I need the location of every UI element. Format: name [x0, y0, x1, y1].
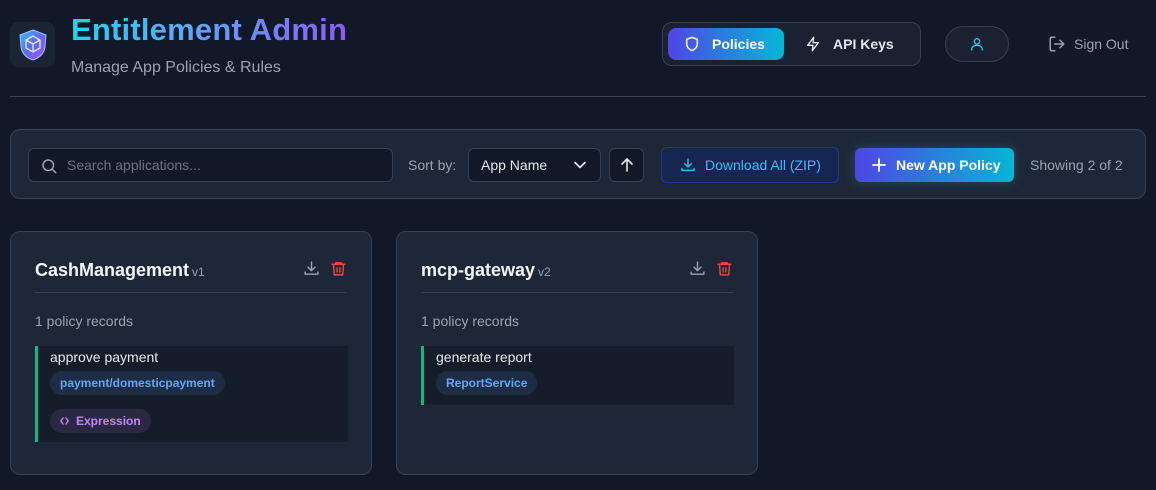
download-icon — [304, 261, 319, 275]
expression-badge-label: Expression — [76, 414, 141, 428]
sort-label: Sort by: — [408, 157, 457, 173]
lightning-icon — [807, 36, 819, 52]
download-all-button[interactable]: Download All (ZIP) — [661, 147, 839, 183]
code-icon — [60, 417, 69, 425]
app-card-title: mcp-gateway v2 — [421, 260, 551, 281]
nav-policies-label: Policies — [712, 36, 765, 52]
card-divider — [35, 292, 347, 293]
download-app-button[interactable] — [303, 260, 320, 277]
sign-out-icon — [1049, 36, 1065, 52]
download-icon — [690, 261, 705, 275]
new-app-policy-label: New App Policy — [896, 157, 1001, 173]
policy-record-count: 1 policy records — [35, 313, 134, 329]
expression-badge: Expression — [50, 409, 151, 433]
download-all-label: Download All (ZIP) — [705, 157, 821, 173]
sort-direction-button[interactable] — [609, 148, 644, 182]
app-card-actions — [303, 260, 347, 277]
nav-api-keys-label: API Keys — [833, 36, 894, 52]
header-divider — [10, 96, 1146, 97]
app-card-actions — [689, 260, 733, 277]
app-version: v1 — [192, 265, 205, 279]
search-box[interactable] — [28, 148, 393, 182]
chevron-down-icon — [574, 161, 586, 169]
app-title: Entitlement Admin — [71, 12, 348, 47]
policy-record-name: approve payment — [50, 349, 159, 365]
app-name: mcp-gateway — [421, 260, 536, 280]
policy-record[interactable]: approve payment payment/domesticpayment … — [35, 346, 348, 442]
app-logo — [10, 22, 55, 67]
nav-policies-button[interactable]: Policies — [668, 28, 784, 60]
search-icon — [42, 159, 57, 174]
shield-logo-icon — [18, 28, 47, 61]
policy-record-name: generate report — [436, 349, 532, 365]
trash-icon — [331, 262, 346, 276]
app-card: mcp-gateway v2 1 policy records generate … — [396, 231, 758, 475]
search-input[interactable] — [67, 149, 387, 181]
resource-badge: payment/domesticpayment — [50, 371, 225, 395]
download-icon — [681, 158, 695, 171]
user-menu-button[interactable] — [945, 26, 1009, 62]
main-nav: Policies API Keys — [662, 22, 921, 66]
trash-icon — [717, 262, 732, 276]
download-app-button[interactable] — [689, 260, 706, 277]
app-version: v2 — [538, 265, 551, 279]
nav-api-keys-button[interactable]: API Keys — [793, 28, 913, 60]
plus-icon — [872, 158, 886, 172]
resource-badge: ReportService — [436, 371, 538, 395]
sign-out-button[interactable]: Sign Out — [1048, 34, 1128, 54]
sort-select[interactable]: App Name — [468, 148, 601, 182]
app-header: Entitlement Admin Manage App Policies & … — [0, 0, 1156, 97]
app-name: CashManagement — [35, 260, 190, 280]
sort-select-value: App Name — [481, 157, 548, 173]
app-subtitle: Manage App Policies & Rules — [71, 59, 281, 76]
user-icon — [971, 38, 983, 51]
policy-record-count: 1 policy records — [421, 313, 520, 329]
results-count: Showing 2 of 2 — [1030, 157, 1123, 173]
sign-out-label: Sign Out — [1074, 36, 1129, 52]
arrow-up-icon — [620, 158, 633, 172]
card-divider — [421, 292, 733, 293]
policy-record[interactable]: generate report ReportService — [421, 346, 734, 405]
app-card: CashManagement v1 1 policy records approv… — [10, 231, 372, 475]
delete-app-button[interactable] — [330, 260, 347, 277]
shield-icon — [685, 36, 699, 52]
delete-app-button[interactable] — [716, 260, 733, 277]
new-app-policy-button[interactable]: New App Policy — [855, 148, 1014, 182]
policy-toolbar: Sort by: App Name Download All (ZIP) New… — [10, 129, 1146, 199]
app-card-title: CashManagement v1 — [35, 260, 205, 281]
